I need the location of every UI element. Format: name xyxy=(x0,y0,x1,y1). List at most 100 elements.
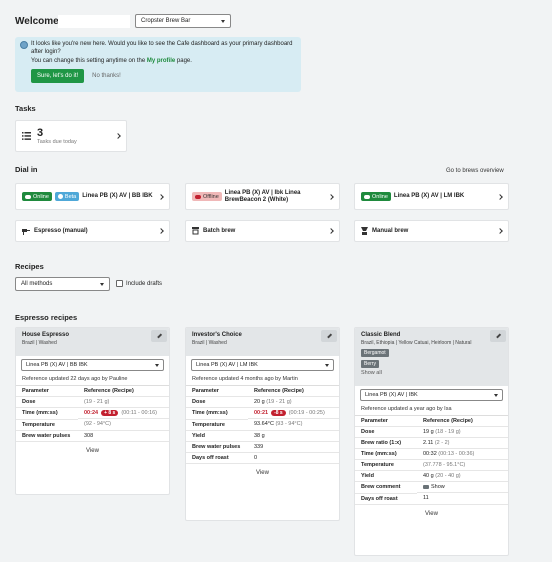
show-comment-link[interactable]: Show xyxy=(431,484,445,490)
chevron-down-icon xyxy=(100,282,104,286)
batch-brew-card[interactable]: Batch brew xyxy=(185,220,340,242)
device-card-bb-ibk[interactable]: Online Beta Linea PB (X) AV | BB IBK xyxy=(15,183,170,210)
recipe-card-investors-choice: Investor's Choice Brazil | Washed Linea … xyxy=(185,327,340,521)
reference-updated: Reference updated 4 months ago by Martin xyxy=(186,374,339,386)
include-drafts-label: Include drafts xyxy=(126,280,163,287)
machine-select-value: Linea PB (X) AV | IBK xyxy=(365,392,418,398)
brews-overview-link[interactable]: Go to brews overview xyxy=(446,168,504,174)
recipe-card-classic-blend: Classic Blend Brazil, Ethiopia | Yellow … xyxy=(354,327,509,556)
edit-recipe-button[interactable] xyxy=(151,330,167,342)
chevron-right-icon xyxy=(158,193,164,200)
tasks-card[interactable]: 3 Tasks due today xyxy=(15,120,127,152)
method-filter-value: All methods xyxy=(21,281,53,287)
chevron-right-icon xyxy=(328,193,334,200)
tasks-label: Tasks due today xyxy=(37,138,77,145)
espresso-recipes-title: Espresso recipes xyxy=(15,313,78,322)
device-name: Linea PB (X) AV | BB IBK xyxy=(82,193,153,199)
machine-select[interactable]: Linea PB (X) AV | LM IBK xyxy=(191,359,334,371)
edit-recipe-button[interactable] xyxy=(321,330,337,342)
manual-brew-label: Manual brew xyxy=(372,228,409,234)
my-profile-link[interactable]: My profile xyxy=(147,58,175,64)
portafilter-icon xyxy=(22,228,30,235)
parameter-table: Parameter Reference (Recipe) Dose 20 g (1… xyxy=(186,386,339,464)
table-row: Brew water pulses 339 xyxy=(186,441,339,453)
manual-brew-card[interactable]: Manual brew xyxy=(354,220,509,242)
flavor-tag: Bergamot xyxy=(361,349,389,357)
chevron-down-icon xyxy=(325,363,329,367)
table-row: Brew water pulses 308 xyxy=(16,430,169,442)
chevron-down-icon xyxy=(221,19,225,23)
recipe-card-header: Investor's Choice Brazil | Washed xyxy=(186,328,339,356)
batch-brewer-icon xyxy=(192,227,199,235)
location-select[interactable]: Cropster Brew Bar xyxy=(135,14,231,28)
method-filter-select[interactable]: All methods xyxy=(15,277,110,291)
table-row: Temperature (92 - 94°C) xyxy=(16,419,169,431)
machine-select-value: Linea PB (X) AV | LM IBK xyxy=(196,362,258,368)
recipes-title: Recipes xyxy=(15,262,44,271)
machine-select-value: Linea PB (X) AV | BB IBK xyxy=(26,362,88,368)
recipe-title: House Espresso xyxy=(22,332,70,338)
ref-header: Reference (Recipe) xyxy=(248,386,339,397)
recipe-card-header: House Espresso Brazil | Washed xyxy=(16,328,169,356)
table-row: Temperature (37.778 - 95.1°C) xyxy=(355,459,508,471)
ref-header: Reference (Recipe) xyxy=(78,386,169,397)
globe-icon xyxy=(20,41,28,49)
device-card-brewbeacon[interactable]: Offline Linea PB (X) AV | Ibk Linea Brew… xyxy=(185,183,340,210)
show-all-tags-link[interactable]: Show all xyxy=(361,370,502,376)
chevron-right-icon xyxy=(158,228,164,234)
banner-text: It looks like you're new here. Would you… xyxy=(31,41,293,55)
user-name-field xyxy=(58,15,130,28)
machine-select[interactable]: Linea PB (X) AV | BB IBK xyxy=(21,359,164,371)
recipe-origin: Brazil | Washed xyxy=(22,340,57,346)
device-card-lm-ibk[interactable]: Online Linea PB (X) AV | LM IBK xyxy=(354,183,509,210)
parameter-table: Parameter Reference (Recipe) Dose 19 g (1… xyxy=(355,416,508,505)
status-badge-offline: Offline xyxy=(192,192,222,201)
machine-select[interactable]: Linea PB (X) AV | IBK xyxy=(360,389,503,401)
list-icon xyxy=(22,132,31,140)
accept-dashboard-button[interactable]: Sure, let's do it! xyxy=(31,69,85,83)
edit-recipe-button[interactable] xyxy=(490,330,506,342)
banner-profile-text: You can change this setting anytime on t… xyxy=(31,58,192,64)
dashboard-banner: It looks like you're new here. Would you… xyxy=(15,37,301,92)
view-recipe-button[interactable]: View xyxy=(355,505,508,523)
location-select-value: Cropster Brew Bar xyxy=(141,18,191,24)
chevron-down-icon xyxy=(494,393,498,397)
view-recipe-button[interactable]: View xyxy=(186,464,339,482)
table-row: Yield 38 g xyxy=(186,430,339,442)
table-row: Brew ratio (1:x) 2.11 (2 - 2) xyxy=(355,437,508,449)
table-row: Dose 19 g (18 - 19 g) xyxy=(355,426,508,438)
deviation-badge: -8 s xyxy=(271,410,286,416)
recipe-card-header: Classic Blend Brazil, Ethiopia | Yellow … xyxy=(355,328,508,386)
recipe-title: Investor's Choice xyxy=(192,332,242,338)
table-row: Time (mm:ss) 00:32 (00:13 - 00:36) xyxy=(355,448,508,460)
cloud-offline-icon xyxy=(195,194,201,199)
table-row: Dose (19 - 21 g) xyxy=(16,396,169,408)
recipe-origin: Brazil, Ethiopia | Yellow Catuai, Heirlo… xyxy=(361,340,472,346)
include-drafts-checkbox[interactable] xyxy=(116,280,123,287)
recipe-card-house-espresso: House Espresso Brazil | Washed Linea PB … xyxy=(15,327,170,495)
pour-over-icon xyxy=(361,227,368,235)
table-row: Days off roast 11 xyxy=(355,493,508,505)
tasks-count: 3 xyxy=(37,126,44,139)
status-badge-online: Online xyxy=(361,192,391,201)
device-name: Linea PB (X) AV | Ibk Linea BrewBeacon 2… xyxy=(224,189,301,203)
table-row: Yield 40 g (20 - 40 g) xyxy=(355,470,508,482)
cloud-icon xyxy=(25,194,31,199)
param-header: Parameter xyxy=(186,386,248,397)
status-badge-beta: Beta xyxy=(54,192,80,201)
espresso-manual-card[interactable]: Espresso (manual) xyxy=(15,220,170,242)
chevron-right-icon xyxy=(497,228,503,234)
decline-dashboard-button[interactable]: No thanks! xyxy=(92,72,121,80)
table-row: Temperature 93.64°C (93 - 94°C) xyxy=(186,419,339,431)
tasks-title: Tasks xyxy=(15,104,36,113)
include-drafts-toggle[interactable]: Include drafts xyxy=(116,280,162,287)
batch-brew-label: Batch brew xyxy=(203,228,236,234)
table-row: Brew comment Show xyxy=(355,481,508,494)
table-row: Days off roast 0 xyxy=(186,452,339,464)
view-recipe-button[interactable]: View xyxy=(16,442,169,460)
page-title: Welcome xyxy=(15,16,59,27)
deviation-badge: + 8 s xyxy=(101,410,119,416)
table-row: Dose 20 g (19 - 21 g) xyxy=(186,396,339,408)
info-icon xyxy=(57,194,63,199)
device-name: Linea PB (X) AV | LM IBK xyxy=(393,193,465,199)
